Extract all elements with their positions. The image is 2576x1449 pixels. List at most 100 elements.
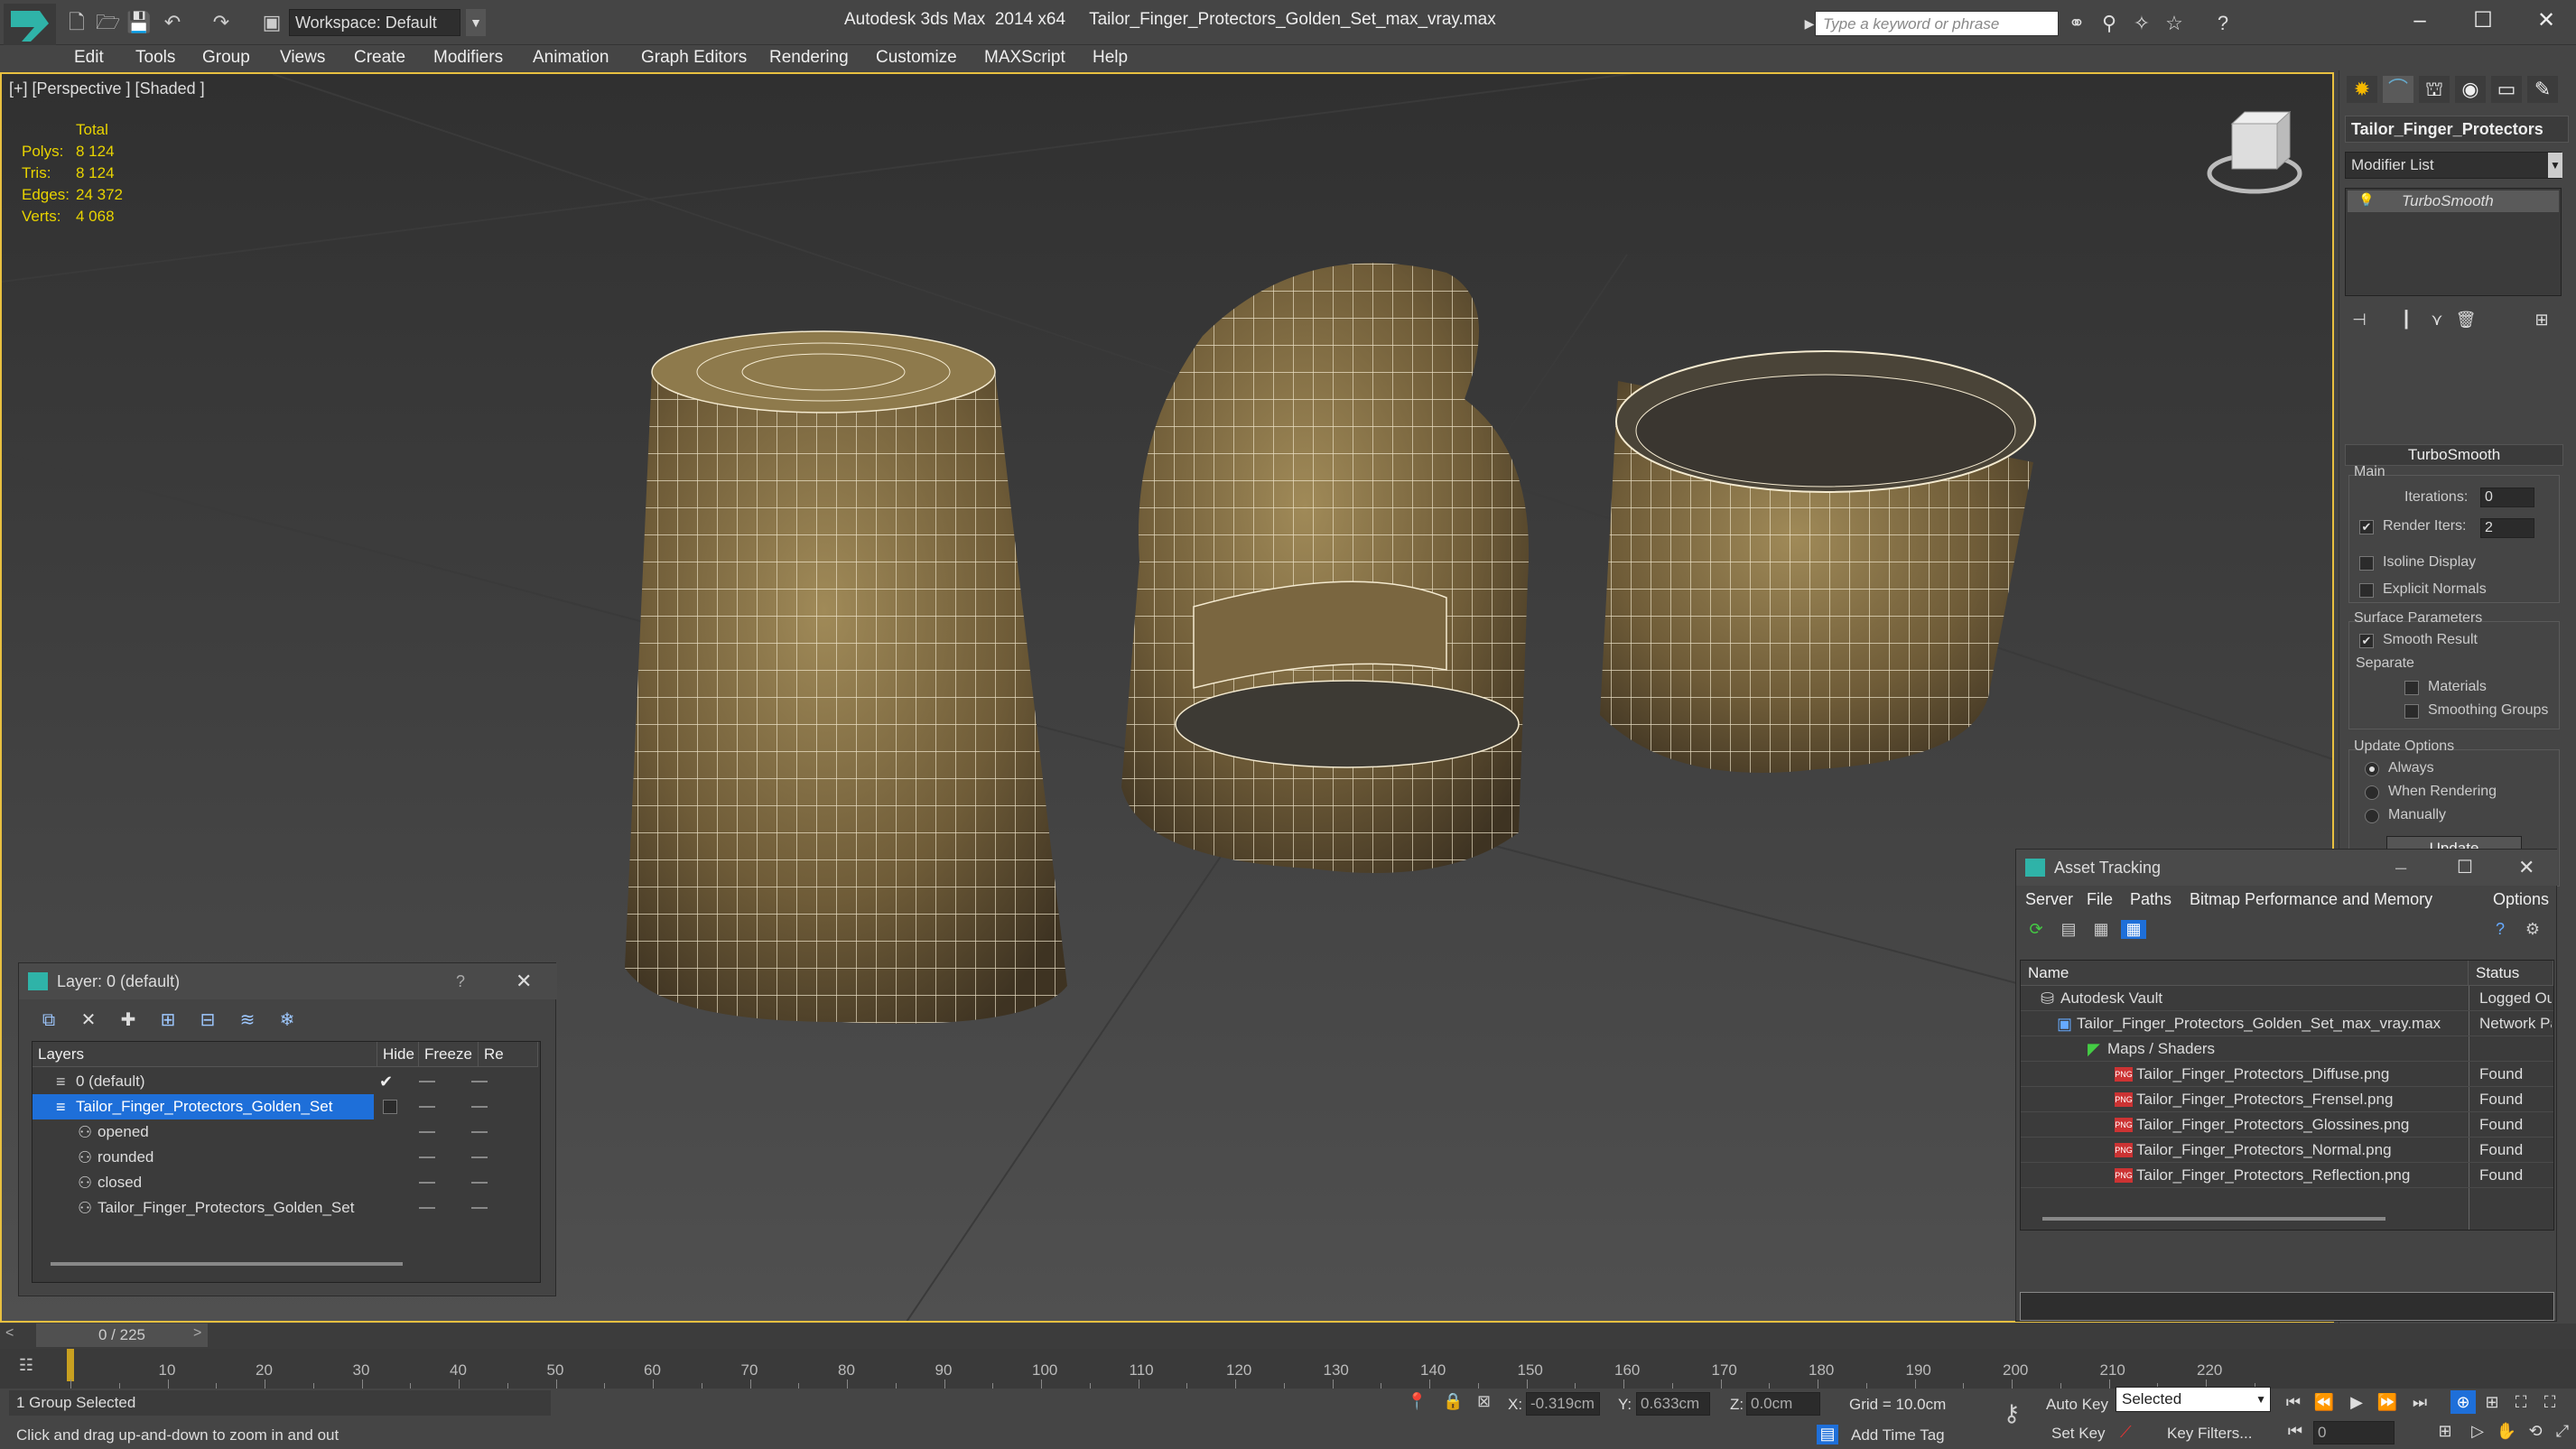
pin-stack-icon[interactable]: ⊣ bbox=[2347, 307, 2372, 332]
layer-help-icon[interactable]: ? bbox=[456, 963, 465, 999]
menu-file[interactable]: File bbox=[2087, 886, 2113, 913]
hide-toggle[interactable] bbox=[419, 1081, 435, 1082]
display-tab-icon[interactable]: ▭ bbox=[2491, 76, 2522, 103]
menu-options[interactable]: Options bbox=[2493, 886, 2549, 913]
set-keys-icon[interactable]: ⟋ bbox=[2120, 1423, 2132, 1442]
show-end-result-icon[interactable]: ┃ bbox=[2394, 307, 2419, 332]
layer-window-titlebar[interactable]: Layer: 0 (default) ? ✕ bbox=[19, 963, 557, 999]
viewport-label[interactable]: [+] [Perspective ] [Shaded ] bbox=[9, 79, 205, 98]
active-layer-checkmark-icon[interactable]: ✔ bbox=[379, 1069, 393, 1094]
asset-row[interactable]: ▣ Tailor_Finger_Protectors_Golden_Set_ma… bbox=[2021, 1011, 2553, 1036]
auto-key-button[interactable]: Auto Key bbox=[2046, 1396, 2108, 1414]
chevron-down-icon[interactable]: ▼ bbox=[2255, 1388, 2266, 1411]
z-coordinate-field[interactable]: 0.0cm bbox=[1746, 1392, 1820, 1416]
new-file-icon[interactable]: 🗋 bbox=[65, 11, 88, 34]
close-icon[interactable]: ✕ bbox=[2518, 850, 2534, 886]
horizontal-scrollbar[interactable] bbox=[2042, 1217, 2385, 1221]
menu-graph-editors[interactable]: Graph Editors bbox=[641, 45, 747, 70]
modify-tab-icon[interactable]: ⌒ bbox=[2383, 76, 2413, 103]
settings-icon[interactable]: ⚙ bbox=[2520, 920, 2545, 939]
freeze-toggle[interactable] bbox=[471, 1182, 488, 1184]
column-layers[interactable]: Layers bbox=[33, 1042, 377, 1067]
close-icon[interactable]: ✕ bbox=[516, 963, 532, 999]
remove-modifier-icon[interactable]: 🗑 bbox=[2453, 307, 2478, 332]
explicit-normals-checkbox[interactable] bbox=[2359, 583, 2374, 598]
menu-create[interactable]: Create bbox=[354, 45, 405, 70]
asset-row[interactable]: PNG Tailor_Finger_Protectors_Normal.png … bbox=[2021, 1138, 2553, 1163]
maximize-window-icon[interactable]: ☐ bbox=[2465, 5, 2501, 36]
menu-group[interactable]: Group bbox=[202, 45, 250, 70]
save-file-icon[interactable]: 💾 bbox=[126, 11, 151, 34]
when-rendering-radio[interactable] bbox=[2365, 785, 2379, 800]
table-view-icon[interactable]: ▦ bbox=[2121, 920, 2146, 939]
hide-toggle[interactable] bbox=[419, 1156, 435, 1158]
refresh-icon[interactable]: ⟳ bbox=[2023, 920, 2049, 939]
menu-rendering[interactable]: Rendering bbox=[769, 45, 849, 70]
lightbulb-icon[interactable]: 💡 bbox=[2358, 192, 2374, 208]
menu-modifiers[interactable]: Modifiers bbox=[433, 45, 503, 70]
mini-curve-editor-icon[interactable]: ☷ bbox=[13, 1356, 40, 1375]
set-active-layer-checkbox[interactable] bbox=[383, 1100, 397, 1114]
freeze-all-icon[interactable]: ❄ bbox=[274, 1007, 301, 1034]
menu-help[interactable]: Help bbox=[1093, 45, 1128, 70]
selected-set-dropdown[interactable]: Selected ▼ bbox=[2116, 1387, 2271, 1412]
maximize-icon[interactable]: ☐ bbox=[2457, 850, 2473, 886]
iterations-spinner[interactable]: 0 bbox=[2480, 488, 2534, 507]
time-slider-left-arrow-icon[interactable]: < bbox=[5, 1325, 14, 1342]
render-iters-checkbox[interactable]: ✔ bbox=[2359, 520, 2374, 534]
utilities-tab-icon[interactable]: ✎ bbox=[2527, 76, 2558, 103]
redo-icon[interactable]: ↷ bbox=[209, 11, 233, 34]
x-coordinate-field[interactable]: -0.319cm bbox=[1526, 1392, 1600, 1416]
thimble-closed-mesh[interactable] bbox=[625, 330, 1067, 1024]
render-iters-spinner[interactable]: 2 bbox=[2480, 518, 2534, 538]
key-mode-toggle-icon[interactable]: ⏮ bbox=[2283, 1419, 2308, 1443]
communication-icon[interactable]: ✧ bbox=[2129, 11, 2154, 36]
y-coordinate-field[interactable]: 0.633cm bbox=[1636, 1392, 1710, 1416]
asset-row[interactable]: ◤ Maps / Shaders bbox=[2021, 1036, 2553, 1062]
stack-item-turbosmooth[interactable]: TurboSmooth bbox=[2348, 190, 2559, 212]
zoom-extents-icon[interactable]: ⛶ bbox=[2508, 1390, 2534, 1414]
open-file-icon[interactable]: 🗁 bbox=[96, 11, 120, 34]
hide-toggle[interactable] bbox=[419, 1207, 435, 1209]
layer-row[interactable]: ⚇ closed bbox=[33, 1170, 540, 1195]
go-to-end-icon[interactable]: ⏭ bbox=[2407, 1390, 2432, 1414]
subscription-icon[interactable]: ⚲ bbox=[2097, 11, 2122, 36]
column-freeze[interactable]: Freeze bbox=[419, 1042, 479, 1067]
frame-indicator[interactable]: 0 / 225 bbox=[36, 1324, 208, 1347]
zoom-icon[interactable]: ⊕ bbox=[2450, 1390, 2476, 1414]
manually-radio[interactable] bbox=[2365, 809, 2379, 823]
asset-row[interactable]: PNG Tailor_Finger_Protectors_Diffuse.png… bbox=[2021, 1062, 2553, 1087]
selection-lock-icon[interactable]: 🔒 bbox=[1443, 1392, 1463, 1411]
add-time-tag[interactable]: Add Time Tag bbox=[1851, 1426, 1945, 1444]
key-filters-button[interactable]: Key Filters... bbox=[2167, 1425, 2252, 1443]
close-window-icon[interactable]: ✕ bbox=[2528, 5, 2564, 36]
favorites-star-icon[interactable]: ☆ bbox=[2162, 11, 2187, 36]
next-frame-icon[interactable]: ⏩ bbox=[2375, 1390, 2400, 1414]
select-objects-icon[interactable]: ⊞ bbox=[154, 1007, 181, 1034]
horizontal-scrollbar[interactable] bbox=[51, 1262, 403, 1266]
maximize-viewport-icon[interactable]: ⤢ bbox=[2550, 1419, 2575, 1443]
menu-edit[interactable]: Edit bbox=[74, 45, 104, 70]
absolute-mode-icon[interactable]: ⊠ bbox=[1477, 1392, 1491, 1411]
hide-toggle[interactable] bbox=[419, 1106, 435, 1108]
materials-checkbox[interactable] bbox=[2404, 681, 2419, 695]
hide-toggle[interactable] bbox=[419, 1182, 435, 1184]
time-configuration-icon[interactable]: ⊞ bbox=[2432, 1419, 2458, 1443]
rollout-header[interactable]: TurboSmooth bbox=[2345, 444, 2563, 466]
asset-row[interactable]: PNG Tailor_Finger_Protectors_Frensel.png… bbox=[2021, 1087, 2553, 1112]
freeze-toggle[interactable] bbox=[471, 1156, 488, 1158]
list-view-icon[interactable]: ▤ bbox=[2056, 920, 2081, 939]
isoline-display-checkbox[interactable] bbox=[2359, 556, 2374, 571]
menu-customize[interactable]: Customize bbox=[876, 45, 957, 70]
minimize-window-icon[interactable]: – bbox=[2402, 5, 2438, 36]
configure-modifier-sets-icon[interactable]: ⊞ bbox=[2529, 307, 2554, 332]
make-unique-icon[interactable]: ⋎ bbox=[2424, 307, 2450, 332]
pan-view-icon[interactable]: ✋ bbox=[2494, 1419, 2519, 1443]
column-hide[interactable]: Hide bbox=[377, 1042, 419, 1067]
workspace-dropdown-arrow-icon[interactable]: ▼ bbox=[466, 9, 486, 36]
object-name-field[interactable]: Tailor_Finger_Protectors bbox=[2345, 116, 2569, 143]
freeze-toggle[interactable] bbox=[471, 1207, 488, 1209]
layer-manager-icon[interactable]: ⧉ bbox=[35, 1007, 62, 1034]
current-frame-marker[interactable] bbox=[67, 1349, 74, 1381]
modifier-stack[interactable]: TurboSmooth 💡 bbox=[2345, 188, 2562, 296]
